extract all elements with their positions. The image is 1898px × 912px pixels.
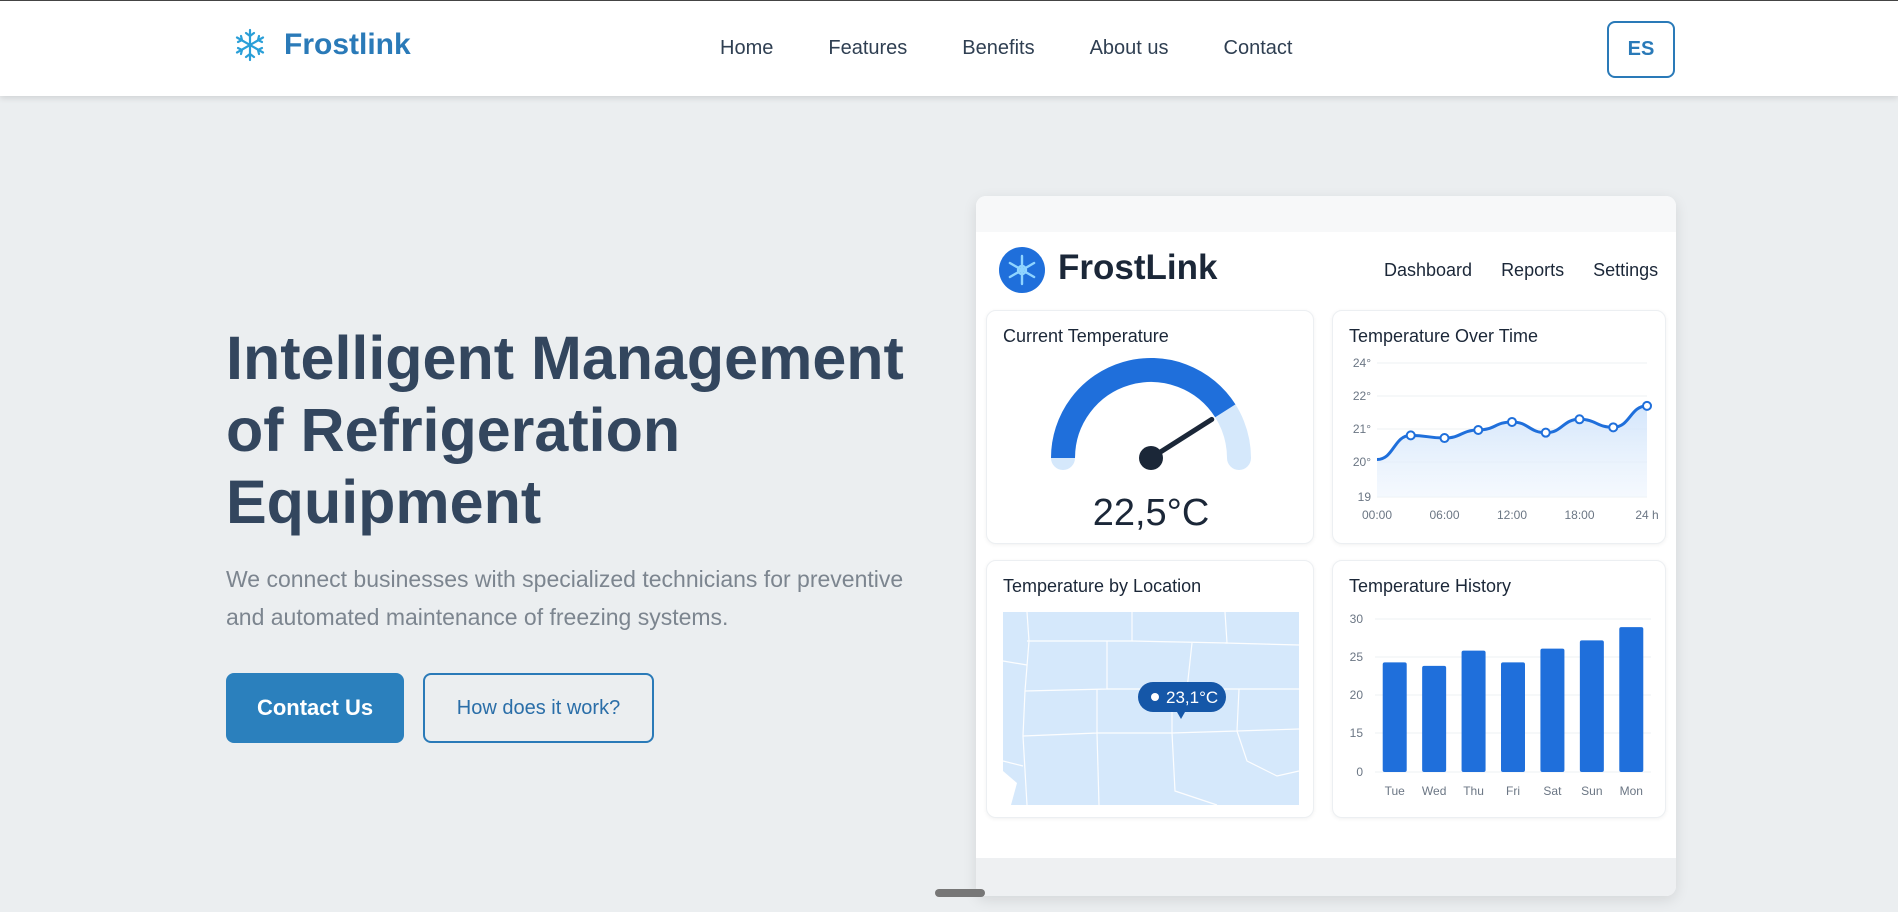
preview-nav-reports[interactable]: Reports <box>1501 260 1564 281</box>
top-navbar: Frostlink Home Features Benefits About u… <box>0 0 1898 96</box>
line-chart-point <box>1540 427 1551 438</box>
line-chart-point <box>1574 414 1585 425</box>
nav-link-benefits[interactable]: Benefits <box>962 37 1034 60</box>
temperature-line-chart: 24° 22° 21° 20° 19 00:00 06:00 12:00 18:00 24 h <box>1353 356 1659 522</box>
line-chart-x-tick: 00:00 <box>1362 508 1392 522</box>
temperature-over-time-card: Temperature Over Time 24° 22° 21° 20° 19 00:0… <box>1332 310 1666 544</box>
preview-brand: FrostLink <box>1058 248 1218 287</box>
snowflake-icon <box>235 28 265 62</box>
bar-chart-bar <box>1382 662 1407 772</box>
nav-link-contact[interactable]: Contact <box>1224 37 1293 60</box>
preview-bottom-bar <box>976 858 1676 896</box>
preview-nav-settings[interactable]: Settings <box>1593 260 1658 281</box>
bar-chart-x-tick: Mon <box>1620 784 1643 798</box>
bar-chart-x-tick: Wed <box>1422 784 1446 798</box>
line-chart-y-tick: 19 <box>1358 490 1372 504</box>
hero-title: Intelligent Management of Refrigeration … <box>226 322 946 538</box>
location-pin-label: 23,1°C <box>1166 688 1218 707</box>
bar-chart-x-tick: Sun <box>1581 784 1602 798</box>
temperature-history-card: Temperature History 30 25 20 15 0 Tue Wed Thu Fr… <box>1332 560 1666 818</box>
line-chart-point <box>1439 433 1450 444</box>
temperature-bar-chart: 30 25 20 15 0 Tue Wed Thu Fri Sat Sun Mon <box>1350 612 1651 798</box>
hero-subtitle-line: We connect businesses with specialized t… <box>226 566 904 592</box>
bar-chart-bar <box>1461 650 1486 772</box>
line-chart-point <box>1608 422 1619 433</box>
line-chart-y-tick: 21° <box>1353 422 1371 436</box>
bar-chart-bar <box>1579 640 1604 772</box>
line-chart-point <box>1405 430 1416 441</box>
language-button[interactable]: ES <box>1607 21 1675 78</box>
line-chart-y-tick: 24° <box>1353 356 1371 370</box>
hero-title-line: Intelligent Management <box>226 324 904 392</box>
contact-us-button[interactable]: Contact Us <box>226 673 404 743</box>
line-chart-point <box>1473 425 1484 435</box>
gauge-fill <box>1051 358 1236 459</box>
how-it-works-button[interactable]: How does it work? <box>423 673 654 743</box>
location-map: 23,1°C <box>1002 611 1300 806</box>
hero-subtitle-line: and automated maintenance of freezing sy… <box>226 604 729 630</box>
bar-chart-y-tick: 25 <box>1350 650 1364 664</box>
line-chart-x-tick: 06:00 <box>1429 508 1459 522</box>
temperature-gauge: 22,5°C <box>1051 358 1251 534</box>
bar-chart-y-tick: 0 <box>1356 765 1363 779</box>
nav-link-features[interactable]: Features <box>828 37 907 60</box>
line-chart-x-tick: 18:00 <box>1564 508 1594 522</box>
current-temperature-card: Current Temperature 22,5°C <box>986 310 1314 544</box>
brand[interactable]: Frostlink <box>232 27 411 63</box>
preview-nav: Dashboard Reports Settings <box>1384 260 1658 281</box>
bar-chart-x-tick: Sat <box>1543 784 1562 798</box>
bar-chart-y-tick: 15 <box>1350 726 1364 740</box>
line-chart-y-tick: 20° <box>1353 455 1371 469</box>
bar-chart-y-tick: 20 <box>1350 688 1364 702</box>
nav-links: Home Features Benefits About us Contact <box>720 37 1292 60</box>
line-chart-point <box>1642 400 1652 411</box>
nav-link-home[interactable]: Home <box>720 37 773 60</box>
bar-chart-x-tick: Tue <box>1385 784 1406 798</box>
preview-nav-dashboard[interactable]: Dashboard <box>1384 260 1472 281</box>
dashboard-preview: FrostLink Dashboard Reports Settings Cur… <box>976 196 1676 896</box>
line-chart-x-tick: 24 h <box>1635 508 1658 522</box>
bar-chart-x-tick: Thu <box>1463 784 1484 798</box>
line-chart-y-tick: 22° <box>1353 389 1371 403</box>
bar-chart-bar <box>1501 662 1525 772</box>
temperature-by-location-card: Temperature by Location 23,1°C <box>986 560 1314 818</box>
scroll-handle[interactable] <box>935 889 985 897</box>
hero-title-line: of Refrigeration <box>226 396 681 464</box>
frostlink-logo-icon <box>999 247 1045 293</box>
line-chart-point <box>1507 416 1517 427</box>
current-temperature-value: 22,5°C <box>1093 492 1210 534</box>
line-chart-x-tick: 12:00 <box>1497 508 1527 522</box>
hero-title-line: Equipment <box>226 468 542 536</box>
preview-top-bar <box>976 196 1676 232</box>
bar-chart-x-tick: Fri <box>1506 784 1520 798</box>
bar-chart-bar <box>1619 627 1644 772</box>
brand-name: Frostlink <box>284 28 411 61</box>
hero-subtitle: We connect businesses with specialized t… <box>226 560 946 636</box>
bar-chart-bar <box>1422 665 1447 772</box>
nav-link-about[interactable]: About us <box>1090 37 1169 60</box>
bar-chart-y-tick: 30 <box>1350 612 1364 626</box>
gauge-hub <box>1139 446 1163 470</box>
bar-chart-bar <box>1540 648 1565 772</box>
